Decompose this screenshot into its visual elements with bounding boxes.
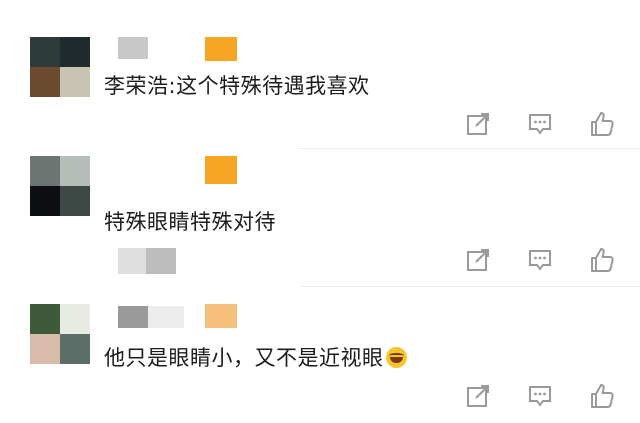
user-badge xyxy=(205,37,237,61)
share-icon xyxy=(467,249,489,271)
thumbs-up-icon xyxy=(591,112,614,136)
thumbs-up-icon xyxy=(591,384,614,408)
user-badge xyxy=(205,156,237,184)
comment-text-content: 他只是眼睛小，又不是近视眼 xyxy=(104,346,384,370)
username-redacted xyxy=(118,306,184,328)
share-icon xyxy=(467,113,489,135)
reply-button[interactable] xyxy=(526,246,554,274)
avatar[interactable] xyxy=(30,304,90,364)
share-icon xyxy=(467,385,489,407)
laughing-tears-emoji-icon xyxy=(385,347,407,368)
comment-reply-icon xyxy=(529,114,551,135)
like-button[interactable] xyxy=(588,246,616,274)
share-button[interactable] xyxy=(464,382,492,410)
comment-reply-icon xyxy=(529,250,551,271)
avatar[interactable] xyxy=(30,37,90,97)
comment-actions xyxy=(462,246,622,274)
comment-actions xyxy=(462,110,622,138)
thumbs-up-icon xyxy=(591,248,614,272)
reply-button[interactable] xyxy=(526,382,554,410)
avatar[interactable] xyxy=(30,156,90,216)
comment-reply-icon xyxy=(529,386,551,407)
username-redacted xyxy=(118,248,176,274)
reply-button[interactable] xyxy=(526,110,554,138)
comment-text: 李荣浩:这个特殊待遇我喜欢 xyxy=(104,74,370,98)
like-button[interactable] xyxy=(588,110,616,138)
like-button[interactable] xyxy=(588,382,616,410)
share-button[interactable] xyxy=(464,110,492,138)
username-redacted xyxy=(118,37,148,59)
divider xyxy=(300,286,640,287)
comment-text: 特殊眼睛特殊对待 xyxy=(104,210,276,234)
comment-item: 李荣浩:这个特殊待遇我喜欢 xyxy=(0,0,640,140)
share-button[interactable] xyxy=(464,246,492,274)
comment-actions xyxy=(462,382,622,410)
divider xyxy=(300,148,640,149)
user-badge xyxy=(205,304,237,328)
comment-text: 他只是眼睛小，又不是近视眼 xyxy=(104,342,407,372)
